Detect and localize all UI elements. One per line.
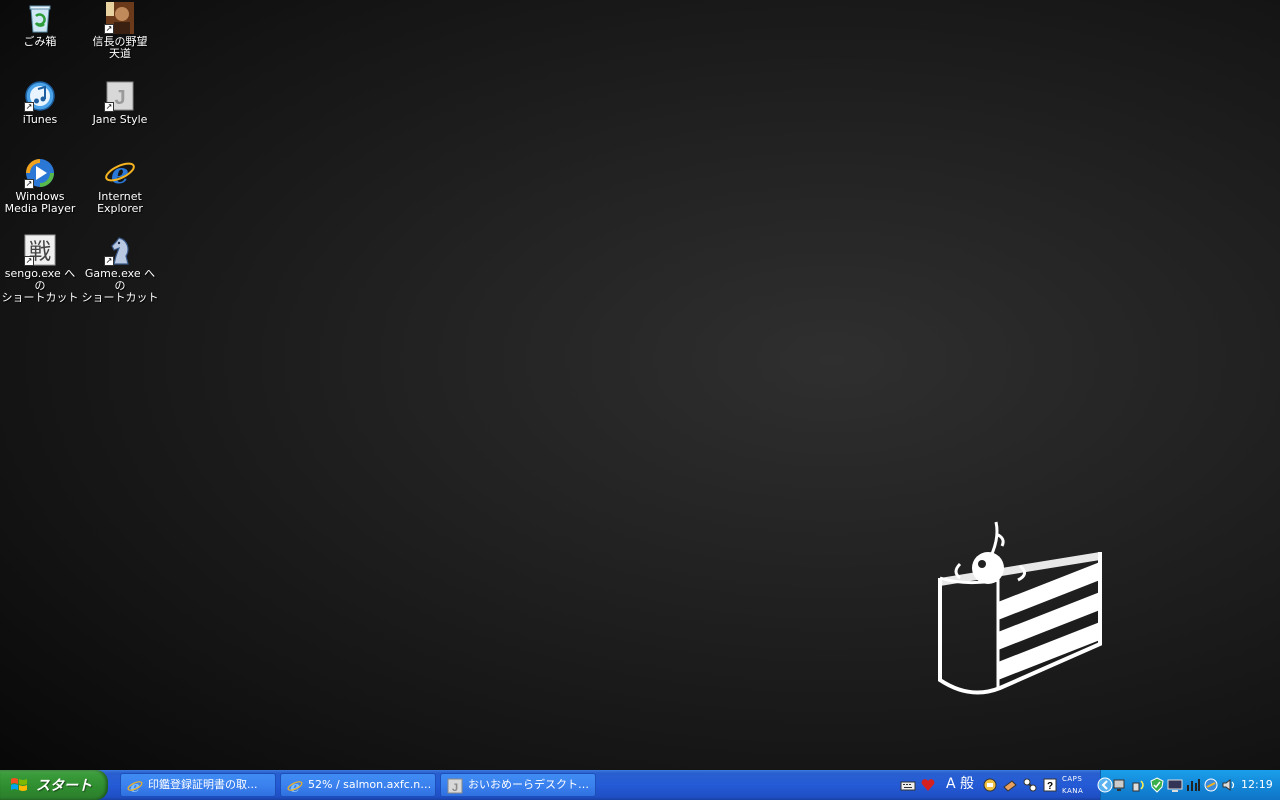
- start-button[interactable]: スタート: [0, 770, 108, 800]
- desktop-icon-label: Jane Style: [92, 113, 148, 126]
- ime-tools-icon[interactable]: [1022, 777, 1038, 793]
- monitor-icon[interactable]: [1167, 777, 1183, 793]
- taskbar-button-jane-thread[interactable]: J おいおめーらデスクトップ...: [440, 773, 596, 797]
- desktop-icon-label: ごみ箱: [23, 35, 57, 48]
- jane-style-icon: J: [447, 778, 463, 794]
- jane-style-icon: J ↗: [104, 80, 136, 112]
- shortcut-arrow-icon: ↗: [24, 256, 34, 266]
- desktop-icon-label: iTunes: [22, 113, 58, 126]
- taskbar-button-seal-certificate[interactable]: e 印鑑登録証明書の取...: [120, 773, 276, 797]
- taskbar-button-download[interactable]: e 52% / salmon.axfc.net...: [280, 773, 436, 797]
- sengo-app-icon: 戦 ↗: [24, 234, 56, 266]
- internet-explorer-icon: e: [104, 157, 136, 190]
- keyboard-icon[interactable]: [900, 777, 916, 793]
- taskbar-button-label: おいおめーらデスクトップ...: [468, 778, 592, 791]
- recycle-bin-icon: [24, 2, 56, 34]
- ime-heart-icon[interactable]: [920, 777, 936, 793]
- start-button-label: スタート: [36, 778, 92, 794]
- ime-pad-icon[interactable]: [982, 777, 998, 793]
- ime-help-icon[interactable]: ?: [1042, 777, 1058, 793]
- desktop-icon-recycle-bin[interactable]: ごみ箱: [0, 2, 80, 48]
- network-icon[interactable]: [1113, 777, 1129, 793]
- desktop-icon-windows-media-player[interactable]: ↗ Windows Media Player: [0, 157, 80, 215]
- desktop-icon-jane-style[interactable]: J ↗ Jane Style: [80, 80, 160, 126]
- ime-input-mode[interactable]: A 般: [946, 776, 978, 792]
- desktop-icon-label: Game.exe への ショートカット: [81, 267, 159, 304]
- svg-text:J: J: [114, 87, 125, 109]
- wireless-icon[interactable]: [1131, 777, 1147, 793]
- desktop-icon-internet-explorer[interactable]: e Internet Explorer: [80, 157, 160, 215]
- shortcut-arrow-icon: ↗: [24, 102, 34, 112]
- desktop-icon-label: Windows Media Player: [4, 190, 76, 215]
- shortcut-arrow-icon: ↗: [24, 179, 34, 189]
- internet-explorer-icon: e: [127, 778, 143, 796]
- kana-lock-indicator: KANA: [1062, 787, 1084, 795]
- shortcut-arrow-icon: ↗: [104, 102, 114, 112]
- svg-text:J: J: [452, 782, 458, 794]
- desktop-icon-itunes[interactable]: ↗ iTunes: [0, 80, 80, 126]
- system-tray: 12:19: [1097, 770, 1280, 800]
- svg-text:e: e: [111, 157, 129, 189]
- desktop-icon-sengo-shortcut[interactable]: 戦 ↗ sengo.exe への ショートカット: [0, 234, 80, 304]
- svg-text:?: ?: [1047, 781, 1053, 792]
- shortcut-arrow-icon: ↗: [104, 24, 114, 34]
- taskbar-button-label: 印鑑登録証明書の取...: [148, 778, 258, 791]
- svg-text:e: e: [130, 778, 140, 794]
- chess-knight-icon: ↗: [104, 234, 136, 266]
- show-hidden-icons-chevron-icon[interactable]: [1097, 777, 1113, 793]
- language-bar: A 般 ?: [896, 770, 1086, 800]
- clock[interactable]: 12:19: [1241, 778, 1273, 791]
- svg-text:e: e: [290, 778, 300, 794]
- desktop-icon-label: 信長の野望 天道: [92, 35, 148, 60]
- nobunaga-game-icon: ↗: [104, 2, 136, 34]
- internet-explorer-icon: e: [287, 778, 303, 796]
- shortcut-arrow-icon: ↗: [104, 256, 114, 266]
- desktop-icon-label: sengo.exe への ショートカット: [1, 267, 79, 304]
- desktop-icon-game-shortcut[interactable]: ↗ Game.exe への ショートカット: [80, 234, 160, 304]
- audio-level-icon[interactable]: [1185, 777, 1201, 793]
- taskbar-button-label: 52% / salmon.axfc.net...: [308, 778, 432, 791]
- windows-media-player-icon: ↗: [24, 157, 56, 189]
- desktop-icon-nobunaga[interactable]: ↗ 信長の野望 天道: [80, 2, 160, 60]
- internet-explorer-tray-icon[interactable]: [1203, 777, 1219, 793]
- caps-lock-indicator: CAPS: [1062, 775, 1083, 783]
- desktop-icon-label: Internet Explorer: [97, 190, 143, 215]
- volume-icon[interactable]: [1221, 777, 1237, 793]
- security-shield-icon[interactable]: [1149, 777, 1165, 793]
- taskbar: スタート e 印鑑登録証明書の取... e 52% / salmon.axfc.…: [0, 770, 1280, 800]
- ime-dictionary-icon[interactable]: [1002, 777, 1018, 793]
- desktop: ごみ箱 ↗ 信長の野望 天道 ↗ iTunes J ↗ Jane Style ↗…: [0, 0, 1280, 770]
- itunes-icon: ↗: [24, 80, 56, 112]
- windows-logo-icon: [10, 777, 28, 793]
- cake-wallpaper-graphic: [930, 520, 1110, 700]
- caps-kana-indicator: CAPS KANA: [1062, 773, 1083, 797]
